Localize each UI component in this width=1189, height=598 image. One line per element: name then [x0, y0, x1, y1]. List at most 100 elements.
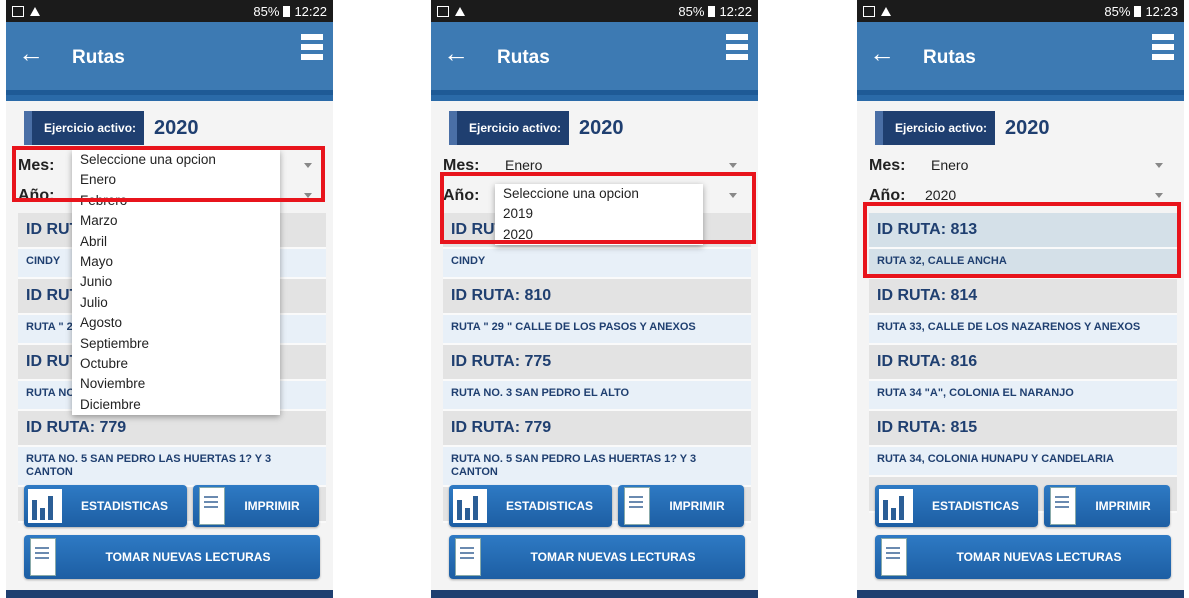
bar-chart-icon — [453, 489, 487, 523]
ejercicio-label: Ejercicio activo: — [875, 111, 996, 145]
route-desc[interactable]: RUTA NO. 3 SAN PEDRO EL ALTO — [443, 381, 751, 411]
chevron-down-icon — [1155, 193, 1163, 198]
route-desc[interactable]: RUTA NO. 5 SAN PEDRO LAS HUERTAS 1? Y 3 … — [443, 447, 751, 487]
mes-value: Enero — [931, 157, 969, 173]
imprimir-label: IMPRIMIR — [1095, 499, 1151, 513]
route-id[interactable]: ID RUTA: 779 — [18, 411, 326, 447]
battery-level: 85% — [253, 3, 280, 19]
clock: 12:22 — [719, 3, 752, 19]
battery-level: 85% — [1104, 3, 1131, 19]
ejercicio-year: 2020 — [154, 116, 199, 139]
dropdown-option[interactable]: Abril — [72, 232, 280, 252]
page-title: Rutas — [923, 47, 976, 68]
phone-screen-2: 85% 12:22 ← Rutas Ejercicio activo: 2020 … — [431, 0, 758, 598]
imprimir-button[interactable]: IMPRIMIR — [618, 485, 744, 527]
bar-chart-icon — [28, 489, 62, 523]
clock: 12:22 — [294, 3, 327, 19]
route-id[interactable]: ID RUTA: 816 — [869, 345, 1177, 381]
app-bar: ← Rutas — [431, 22, 758, 90]
imprimir-label: IMPRIMIR — [244, 499, 300, 513]
estadisticas-button[interactable]: ESTADISTICAS — [449, 485, 612, 527]
warning-icon — [30, 6, 40, 16]
app-bar: ← Rutas — [857, 22, 1184, 90]
route-desc[interactable]: RUTA 34 "A", COLONIA EL NARANJO — [869, 381, 1177, 411]
gallery-icon — [863, 5, 875, 17]
chevron-down-icon — [1155, 163, 1163, 168]
tomar-label: TOMAR NUEVAS LECTURAS — [105, 550, 271, 564]
ejercicio-year: 2020 — [579, 116, 624, 139]
tomar-label: TOMAR NUEVAS LECTURAS — [956, 550, 1122, 564]
dropdown-option[interactable]: Octubre — [72, 354, 280, 374]
printer-icon — [199, 487, 225, 525]
estadisticas-label: ESTADISTICAS — [505, 499, 594, 513]
mes-label: Mes: — [869, 157, 906, 174]
route-desc[interactable]: RUTA NO. 5 SAN PEDRO LAS HUERTAS 1? Y 3 … — [18, 447, 326, 487]
route-desc[interactable]: RUTA 33, CALLE DE LOS NAZARENOS Y ANEXOS — [869, 315, 1177, 345]
new-reading-icon — [881, 538, 907, 576]
ejercicio-label: Ejercicio activo: — [449, 111, 570, 145]
battery-icon — [708, 5, 716, 17]
bar-chart-icon — [879, 489, 913, 523]
phone-screen-1: 85% 12:22 ← Rutas Ejercicio activo: 2020 … — [6, 0, 333, 598]
tomar-lecturas-button[interactable]: TOMAR NUEVAS LECTURAS — [875, 535, 1171, 579]
route-desc[interactable]: CINDY — [443, 249, 751, 279]
imprimir-button[interactable]: IMPRIMIR — [193, 485, 319, 527]
clock: 12:23 — [1145, 3, 1178, 19]
active-year: Ejercicio activo: 2020 — [875, 111, 1050, 145]
battery-level: 85% — [678, 3, 705, 19]
dropdown-option[interactable]: Agosto — [72, 313, 280, 333]
back-arrow-icon[interactable]: ← — [869, 40, 895, 66]
dropdown-option[interactable]: Diciembre — [72, 395, 280, 415]
dropdown-option[interactable]: Noviembre — [72, 374, 280, 394]
estadisticas-label: ESTADISTICAS — [931, 499, 1020, 513]
printer-icon — [1050, 487, 1076, 525]
menu-icon[interactable] — [1152, 34, 1174, 64]
battery-icon — [1134, 5, 1142, 17]
back-arrow-icon[interactable]: ← — [18, 40, 44, 66]
page-title: Rutas — [497, 47, 550, 68]
ejercicio-year: 2020 — [1005, 116, 1050, 139]
new-reading-icon — [30, 538, 56, 576]
highlight-box — [863, 202, 1181, 278]
tomar-label: TOMAR NUEVAS LECTURAS — [530, 550, 696, 564]
route-list: ID RUTA: 812 CINDY ID RUTA: 810 RUTA " 2… — [443, 213, 751, 523]
route-id[interactable]: ID RUTA: 810 — [443, 279, 751, 315]
route-id[interactable]: ID RUTA: 779 — [443, 411, 751, 447]
route-id[interactable]: ID RUTA: 814 — [869, 279, 1177, 315]
highlight-box — [440, 172, 756, 244]
highlight-box — [12, 146, 325, 202]
route-desc[interactable]: RUTA 34, COLONIA HUNAPU Y CANDELARIA — [869, 447, 1177, 477]
imprimir-button[interactable]: IMPRIMIR — [1044, 485, 1170, 527]
estadisticas-button[interactable]: ESTADISTICAS — [24, 485, 187, 527]
imprimir-label: IMPRIMIR — [669, 499, 725, 513]
menu-icon[interactable] — [301, 34, 323, 64]
ejercicio-label: Ejercicio activo: — [24, 111, 145, 145]
active-year: Ejercicio activo: 2020 — [24, 111, 199, 145]
mes-select[interactable]: Mes: Enero — [869, 153, 1169, 179]
estadisticas-button[interactable]: ESTADISTICAS — [875, 485, 1038, 527]
new-reading-icon — [455, 538, 481, 576]
dropdown-option[interactable]: Marzo — [72, 211, 280, 231]
menu-icon[interactable] — [726, 34, 748, 64]
anio-value: 2020 — [925, 187, 957, 203]
status-bar: 85% 12:22 — [431, 0, 758, 22]
printer-icon — [624, 487, 650, 525]
dropdown-option[interactable]: Septiembre — [72, 334, 280, 354]
dropdown-option[interactable]: Junio — [72, 272, 280, 292]
battery-icon — [283, 5, 291, 17]
route-id[interactable]: ID RUTA: 775 — [443, 345, 751, 381]
mes-value: Enero — [505, 157, 543, 173]
gallery-icon — [437, 5, 449, 17]
app-bar: ← Rutas — [6, 22, 333, 90]
dropdown-option[interactable]: Julio — [72, 293, 280, 313]
gallery-icon — [12, 5, 24, 17]
tomar-lecturas-button[interactable]: TOMAR NUEVAS LECTURAS — [24, 535, 320, 579]
tomar-lecturas-button[interactable]: TOMAR NUEVAS LECTURAS — [449, 535, 745, 579]
phone-screen-3: 85% 12:23 ← Rutas Ejercicio activo: 2020 … — [857, 0, 1184, 598]
status-bar: 85% 12:23 — [857, 0, 1184, 22]
dropdown-option[interactable]: Mayo — [72, 252, 280, 272]
route-desc[interactable]: RUTA " 29 " CALLE DE LOS PASOS Y ANEXOS — [443, 315, 751, 345]
estadisticas-label: ESTADISTICAS — [80, 499, 169, 513]
back-arrow-icon[interactable]: ← — [443, 40, 469, 66]
route-id[interactable]: ID RUTA: 815 — [869, 411, 1177, 447]
